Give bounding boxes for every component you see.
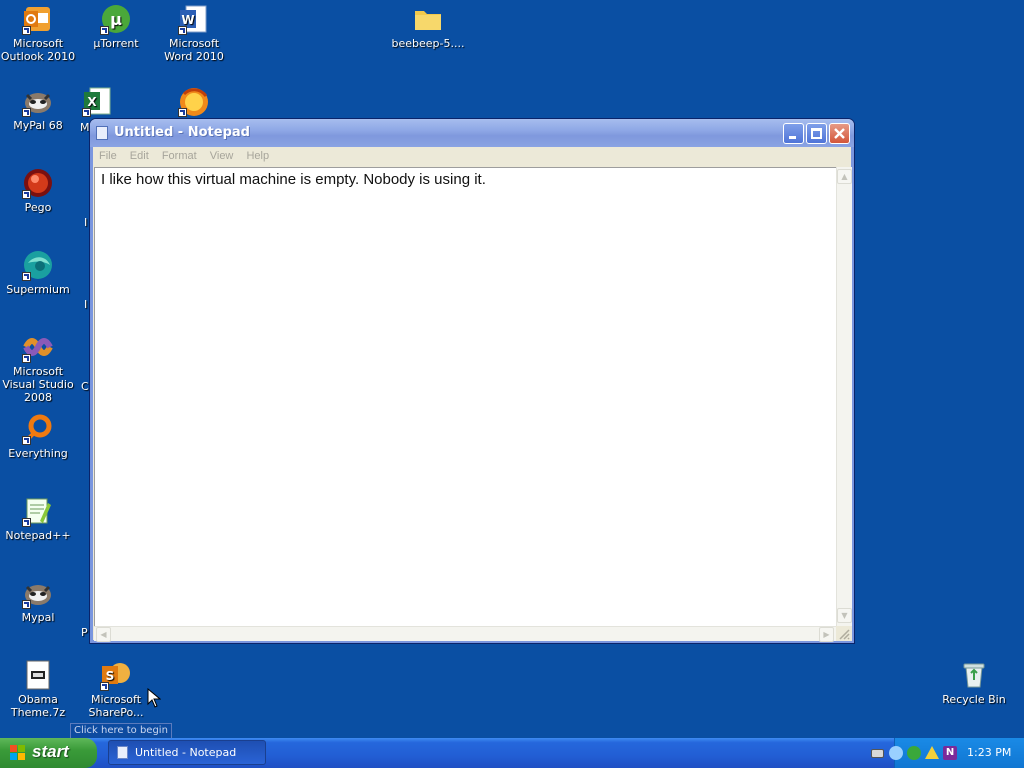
notepad-icon: [117, 746, 128, 759]
scroll-down-button[interactable]: ▼: [837, 608, 852, 623]
svg-text:S: S: [106, 669, 115, 683]
text-editor[interactable]: I like how this virtual machine is empty…: [94, 167, 836, 626]
maximize-button[interactable]: [806, 123, 827, 144]
desktop-icon-label: MyPal 68: [13, 119, 63, 132]
title-bar[interactable]: Untitled - Notepad: [90, 119, 854, 147]
archive-icon: [22, 659, 54, 691]
scroll-left-button[interactable]: ◀: [96, 627, 111, 642]
resize-grip-icon[interactable]: [836, 626, 852, 641]
desktop-icon-visual-studio[interactable]: Microsoft Visual Studio 2008: [0, 331, 76, 404]
excel-icon: X: [82, 85, 114, 117]
utorrent-tray-icon[interactable]: [907, 746, 921, 760]
desktop-icon-beebeep[interactable]: beebeep-5....: [390, 3, 466, 50]
notepad-window[interactable]: Untitled - Notepad File Edit Format View…: [89, 118, 855, 644]
supermium-icon: [22, 249, 54, 281]
desktop-icon-label-fragment: I: [84, 216, 88, 229]
svg-text:W: W: [181, 13, 194, 27]
desktop-icon-utorrent[interactable]: µ µTorrent: [78, 3, 154, 50]
menu-file[interactable]: File: [94, 147, 122, 162]
menu-help[interactable]: Help: [241, 147, 274, 162]
desktop-icon-label: Notepad++: [5, 529, 71, 542]
svg-text:X: X: [87, 95, 97, 109]
desktop-icon-label: Microsoft SharePo...: [88, 693, 144, 719]
desktop-icon-mypal68[interactable]: MyPal 68: [0, 85, 76, 132]
desktop-icon-label: Microsoft Outlook 2010: [0, 37, 76, 63]
desktop-icon-word[interactable]: W Microsoft Word 2010: [156, 3, 232, 63]
taskbar-button-notepad[interactable]: Untitled - Notepad: [108, 740, 266, 765]
desktop-icon-label: Recycle Bin: [942, 693, 1006, 706]
system-tray: N 1:23 PM: [871, 738, 1024, 768]
firefox-icon: [178, 85, 210, 117]
network-icon[interactable]: [889, 746, 903, 760]
recycle-bin-icon: [958, 659, 990, 691]
visual-studio-icon: [22, 331, 54, 363]
desktop-icon-label: Mypal: [21, 611, 55, 624]
scroll-up-button[interactable]: ▲: [837, 169, 852, 184]
taskbar: start Untitled - Notepad N 1:23 PM: [0, 738, 1024, 768]
desktop-icon-notepadpp[interactable]: Notepad++: [0, 495, 76, 542]
word-icon: W: [178, 3, 210, 35]
start-button[interactable]: start: [0, 738, 97, 768]
desktop-icon-sharepoint[interactable]: S Microsoft SharePo...: [78, 659, 154, 719]
desktop-icon-excel[interactable]: X: [78, 85, 118, 119]
desktop-icon-mypal[interactable]: Mypal: [0, 577, 76, 624]
desktop-icon-label: Pego: [24, 201, 52, 214]
desktop-icon-label-fragment: P: [81, 626, 88, 639]
desktop-icon-label: beebeep-5....: [391, 37, 465, 50]
svg-text:µ: µ: [110, 10, 122, 29]
scroll-right-button[interactable]: ▶: [819, 627, 834, 642]
start-tooltip: Click here to begin: [70, 723, 172, 739]
desktop-icon-label: Microsoft Word 2010: [164, 37, 224, 63]
everything-icon: [22, 413, 54, 445]
desktop-icon-label: µTorrent: [93, 37, 139, 50]
menu-format[interactable]: Format: [157, 147, 202, 162]
warning-icon[interactable]: [925, 746, 939, 759]
desktop-icon-label: Obama Theme.7z: [10, 693, 66, 719]
desktop-icon-label: Everything: [8, 447, 68, 460]
desktop-icon-pego[interactable]: Pego: [0, 167, 76, 214]
utorrent-icon: µ: [100, 3, 132, 35]
close-icon: [834, 128, 845, 139]
menu-view[interactable]: View: [205, 147, 239, 162]
window-title: Untitled - Notepad: [114, 125, 250, 140]
menu-edit[interactable]: Edit: [125, 147, 154, 162]
close-button[interactable]: [829, 123, 850, 144]
minimize-icon: [789, 136, 796, 139]
editor-content[interactable]: I like how this virtual machine is empty…: [101, 171, 486, 188]
desktop-icon-label: Microsoft Visual Studio 2008: [2, 365, 74, 404]
desktop-icon-label-fragment: C: [81, 380, 89, 393]
desktop-icon-outlook[interactable]: Microsoft Outlook 2010: [0, 3, 76, 63]
desktop-icon-firefox[interactable]: [156, 85, 232, 119]
desktop-icon-everything[interactable]: Everything: [0, 413, 76, 460]
vertical-scrollbar[interactable]: ▲ ▼: [836, 167, 852, 626]
mypal-icon: [22, 85, 54, 117]
notepadpp-icon: [22, 495, 54, 527]
desktop-icon-recycle-bin[interactable]: Recycle Bin: [936, 659, 1012, 706]
horizontal-scrollbar[interactable]: ◀ ▶: [94, 626, 836, 642]
desktop-icon-obama-theme[interactable]: Obama Theme.7z: [0, 659, 76, 719]
mouse-cursor-icon: [147, 688, 161, 708]
keyboard-icon[interactable]: [871, 749, 884, 758]
windows-logo-icon: [10, 745, 25, 760]
desktop-icon-label-fragment: I: [84, 298, 88, 311]
start-label: start: [32, 742, 69, 761]
taskbar-button-label: Untitled - Notepad: [135, 746, 237, 759]
clock[interactable]: 1:23 PM: [967, 746, 1011, 759]
menu-bar: File Edit Format View Help: [94, 147, 850, 166]
outlook-icon: [22, 3, 54, 35]
pego-icon: [22, 167, 54, 199]
desktop-icon-supermium[interactable]: Supermium: [0, 249, 76, 296]
onenote-icon[interactable]: N: [943, 746, 957, 760]
notepad-icon: [96, 126, 108, 140]
minimize-button[interactable]: [783, 123, 804, 144]
mypal-icon: [22, 577, 54, 609]
folder-icon: [412, 3, 444, 35]
maximize-icon: [811, 128, 822, 139]
desktop-icon-label: Supermium: [6, 283, 70, 296]
sharepoint-icon: S: [100, 659, 132, 691]
